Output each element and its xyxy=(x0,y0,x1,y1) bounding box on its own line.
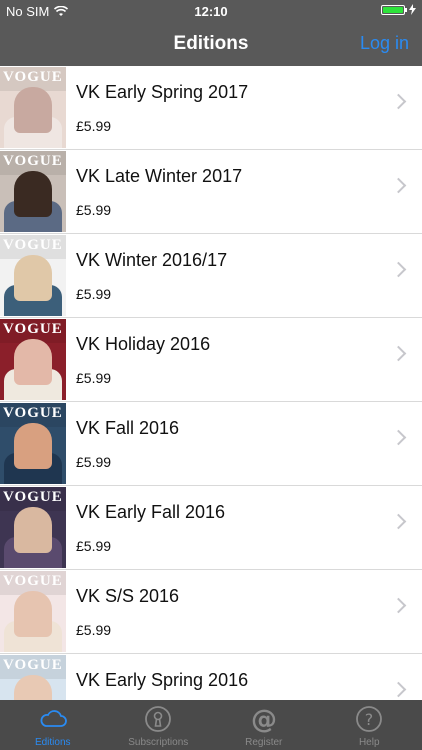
edition-price: £5.99 xyxy=(76,370,112,386)
edition-row[interactable]: VOGUE VK Fall 2016 £5.99 xyxy=(0,402,422,486)
edition-title: VK Holiday 2016 xyxy=(76,334,211,354)
edition-title: VK Early Spring 2016 xyxy=(76,670,249,690)
edition-price: £5.99 xyxy=(76,454,112,470)
edition-title: VK Winter 2016/17 xyxy=(76,250,228,270)
svg-text:@: @ xyxy=(251,705,277,734)
vogue-masthead-logo: VOGUE xyxy=(3,405,63,421)
edition-title: VK Early Spring 2017 xyxy=(76,82,249,102)
edition-cover-image: VOGUE xyxy=(0,655,66,700)
edition-cover-image: VOGUE xyxy=(0,67,66,148)
edition-row[interactable]: VOGUE VK Winter 2016/17 £5.99 xyxy=(0,234,422,318)
svg-text:?: ? xyxy=(365,710,374,729)
edition-title: VK S/S 2016 xyxy=(76,586,180,606)
question-icon: ? xyxy=(356,706,383,732)
tab-bar: Editions Subscriptions @ Register ? Help xyxy=(0,700,422,750)
edition-row[interactable]: VOGUE VK S/S 2016 £5.99 xyxy=(0,570,422,654)
vogue-masthead-logo: VOGUE xyxy=(3,657,63,673)
vogue-masthead-logo: VOGUE xyxy=(3,489,63,505)
vogue-masthead-logo: VOGUE xyxy=(3,153,63,169)
vogue-masthead-logo: VOGUE xyxy=(3,237,63,253)
edition-row[interactable]: VOGUE VK Early Spring 2017 £5.99 xyxy=(0,66,422,150)
tab-label: Register xyxy=(245,737,283,748)
chevron-right-icon xyxy=(390,177,407,194)
edition-cover-image: VOGUE xyxy=(0,487,66,568)
edition-price: £5.99 xyxy=(76,286,112,302)
cloud-icon xyxy=(40,710,67,727)
navigation-bar: Editions Log in xyxy=(0,22,422,66)
at-sign-icon: @ xyxy=(251,705,277,734)
edition-title: VK Early Fall 2016 xyxy=(76,502,226,522)
keyhole-icon xyxy=(145,706,172,732)
tab-label: Help xyxy=(358,737,380,748)
tab-register[interactable]: @ Register xyxy=(211,700,317,750)
chevron-right-icon xyxy=(390,681,407,698)
edition-price: £5.99 xyxy=(76,202,112,218)
login-button[interactable]: Log in xyxy=(360,33,409,54)
chevron-right-icon xyxy=(390,597,407,614)
clock: 12:10 xyxy=(194,4,228,19)
chevron-right-icon xyxy=(390,513,407,530)
vogue-masthead-logo: VOGUE xyxy=(3,321,63,337)
tab-editions[interactable]: Editions xyxy=(0,700,106,750)
edition-row[interactable]: VOGUE VK Early Fall 2016 £5.99 xyxy=(0,486,422,570)
edition-title: VK Late Winter 2017 xyxy=(76,166,243,186)
edition-cover-image: VOGUE xyxy=(0,319,66,400)
edition-price: £5.99 xyxy=(76,538,112,554)
edition-cover-image: VOGUE xyxy=(0,151,66,232)
edition-price: £5.99 xyxy=(76,622,112,638)
chevron-right-icon xyxy=(390,93,407,110)
edition-cover-image: VOGUE xyxy=(0,235,66,316)
tab-subscriptions[interactable]: Subscriptions xyxy=(106,700,212,750)
vogue-masthead-logo: VOGUE xyxy=(3,573,63,589)
charging-bolt-icon xyxy=(409,4,416,15)
battery-icon xyxy=(381,4,407,15)
editions-list[interactable]: VOGUE VK Early Spring 2017 £5.99 VOGUE VK La… xyxy=(0,66,422,700)
chevron-right-icon xyxy=(390,345,407,362)
page-title: Editions xyxy=(173,33,249,54)
tab-label: Editions xyxy=(34,737,71,748)
edition-cover-image: VOGUE xyxy=(0,571,66,652)
edition-row[interactable]: VOGUE VK Early Spring 2016 xyxy=(0,654,422,700)
edition-row[interactable]: VOGUE VK Late Winter 2017 £5.99 xyxy=(0,150,422,234)
tab-help[interactable]: ? Help xyxy=(317,700,422,750)
tab-label: Subscriptions xyxy=(128,737,189,748)
edition-cover-image: VOGUE xyxy=(0,403,66,484)
edition-title: VK Fall 2016 xyxy=(76,418,180,438)
edition-row[interactable]: VOGUE VK Holiday 2016 £5.99 xyxy=(0,318,422,402)
status-bar: No SIM 12:10 xyxy=(0,0,422,22)
chevron-right-icon xyxy=(390,429,407,446)
edition-price: £5.99 xyxy=(76,118,112,134)
vogue-masthead-logo: VOGUE xyxy=(3,69,63,85)
chevron-right-icon xyxy=(390,261,407,278)
